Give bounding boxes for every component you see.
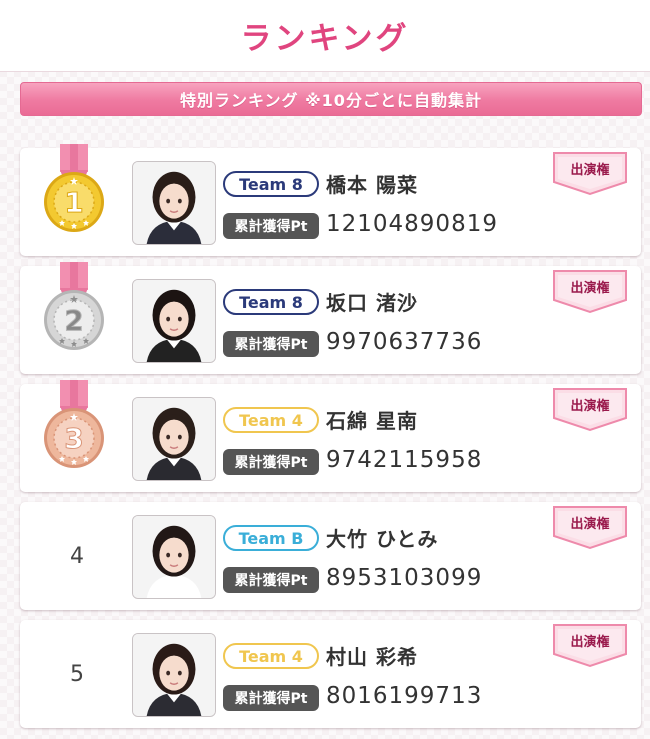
member-photo[interactable] xyxy=(132,161,216,245)
cumulative-points-value: 12104890819 xyxy=(326,211,498,237)
member-photo[interactable] xyxy=(132,633,216,717)
appearance-right-label: 出演権 xyxy=(570,281,610,296)
appearance-right-button[interactable]: 出演権 xyxy=(551,622,629,668)
bronze-medal-icon: 3 xyxy=(38,380,110,476)
team-badge: Team B xyxy=(223,525,319,551)
cumulative-points-label: 累計獲得Pt xyxy=(223,449,319,475)
appearance-right-label: 出演権 xyxy=(570,517,610,532)
team-badge: Team 8 xyxy=(223,171,319,197)
member-name[interactable]: 坂口 渚沙 xyxy=(326,287,418,316)
appearance-right-label: 出演権 xyxy=(570,399,610,414)
rank-number: 5 xyxy=(70,661,84,687)
cumulative-points-label: 累計獲得Pt xyxy=(223,213,319,239)
ranking-card[interactable]: 1 Team 8 橋本 陽菜 累計獲得Pt 12104890819 出演権 xyxy=(20,144,641,256)
member-photo[interactable] xyxy=(132,515,216,599)
ranking-card[interactable]: 2 Team 8 坂口 渚沙 累計獲得Pt 9970637736 出演権 xyxy=(20,262,641,374)
cumulative-points-label: 累計獲得Pt xyxy=(223,567,319,593)
member-photo[interactable] xyxy=(132,397,216,481)
cumulative-points-value: 9970637736 xyxy=(326,329,483,355)
ranking-card[interactable]: 5 Team 4 村山 彩希 累計獲得Pt 8016199713 出演権 xyxy=(20,620,641,728)
appearance-right-button[interactable]: 出演権 xyxy=(551,504,629,550)
cumulative-points-value: 9742115958 xyxy=(326,447,483,473)
cumulative-points-value: 8953103099 xyxy=(326,565,483,591)
appearance-right-label: 出演権 xyxy=(570,163,610,178)
member-name[interactable]: 石綿 星南 xyxy=(326,405,418,434)
rank-number: 4 xyxy=(70,543,84,569)
svg-text:1: 1 xyxy=(64,186,83,219)
ranking-list: 1 Team 8 橋本 陽菜 累計獲得Pt 12104890819 出演権 2 … xyxy=(20,144,641,738)
appearance-right-button[interactable]: 出演権 xyxy=(551,386,629,432)
cumulative-points-label: 累計獲得Pt xyxy=(223,331,319,357)
cumulative-points-label: 累計獲得Pt xyxy=(223,685,319,711)
ranking-card[interactable]: 3 Team 4 石綿 星南 累計獲得Pt 9742115958 出演権 xyxy=(20,380,641,492)
cumulative-points-value: 8016199713 xyxy=(326,683,483,709)
member-photo[interactable] xyxy=(132,279,216,363)
special-ranking-banner: 特別ランキング ※10分ごとに自動集計 xyxy=(20,82,642,116)
team-badge: Team 4 xyxy=(223,407,319,433)
svg-text:2: 2 xyxy=(64,304,83,337)
team-badge: Team 8 xyxy=(223,289,319,315)
page-header: ランキング xyxy=(0,0,650,72)
page-title: ランキング xyxy=(240,21,410,57)
gold-medal-icon: 1 xyxy=(38,144,110,240)
team-badge: Team 4 xyxy=(223,643,319,669)
appearance-right-label: 出演権 xyxy=(570,635,610,650)
appearance-right-button[interactable]: 出演権 xyxy=(551,268,629,314)
silver-medal-icon: 2 xyxy=(38,262,110,358)
appearance-right-button[interactable]: 出演権 xyxy=(551,150,629,196)
member-name[interactable]: 大竹 ひとみ xyxy=(326,523,438,552)
member-name[interactable]: 橋本 陽菜 xyxy=(326,169,418,198)
ranking-card[interactable]: 4 Team B 大竹 ひとみ 累計獲得Pt 8953103099 出演権 xyxy=(20,502,641,610)
svg-text:3: 3 xyxy=(64,422,83,455)
member-name[interactable]: 村山 彩希 xyxy=(326,641,418,670)
